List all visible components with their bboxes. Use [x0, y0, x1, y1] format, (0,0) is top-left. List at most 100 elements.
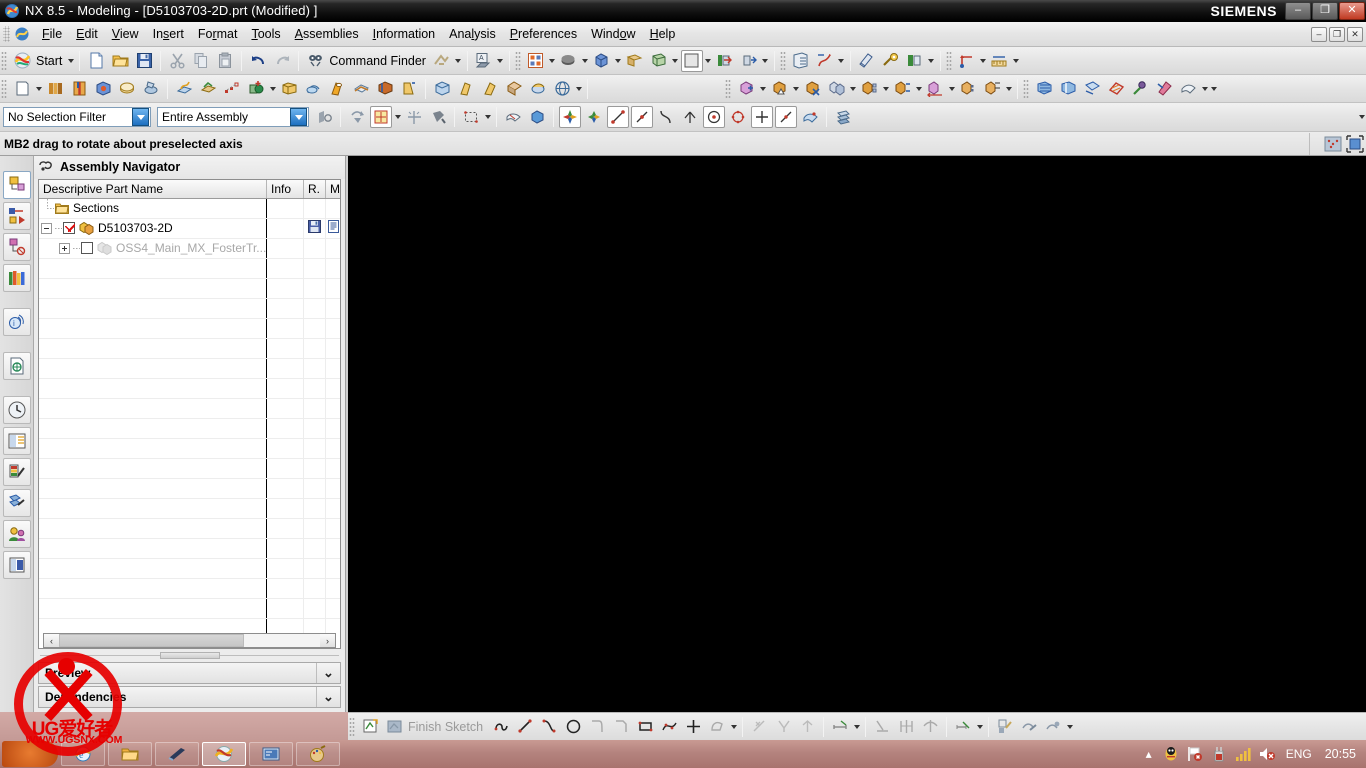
table-row-empty[interactable] [39, 378, 340, 399]
toolbar-grip[interactable] [514, 50, 521, 71]
resource-system-materials-icon[interactable] [3, 427, 31, 455]
edit-defining-section-caret[interactable] [975, 717, 984, 737]
pattern-component-icon[interactable] [825, 78, 847, 100]
move-to-layer-caret[interactable] [581, 51, 590, 71]
spreadsheet-icon[interactable] [790, 50, 812, 72]
assembly-tree-body[interactable]: Sections D5103703-2D OSS4_Main_MX_Foster… [39, 198, 340, 634]
deform-part-icon[interactable] [1153, 78, 1175, 100]
column-header-info[interactable]: Info [267, 179, 304, 198]
paste-icon[interactable] [214, 50, 236, 72]
profile-icon[interactable] [490, 716, 512, 738]
table-row-empty[interactable] [39, 338, 340, 359]
resource-roles-icon[interactable] [3, 520, 31, 548]
resource-assembly-navigator-icon[interactable] [3, 171, 31, 199]
hole-icon[interactable] [326, 78, 348, 100]
table-row-empty[interactable] [39, 398, 340, 419]
resource-hd3d-tools-icon[interactable]: i [3, 308, 31, 336]
render-style-icon[interactable] [624, 50, 646, 72]
edit-defining-section-icon[interactable] [952, 716, 974, 738]
doc-restore-button[interactable]: ❐ [1329, 26, 1345, 42]
table-row-empty[interactable] [39, 578, 340, 599]
remote-desktop-task[interactable] [249, 742, 293, 766]
rectangle-icon[interactable] [634, 716, 656, 738]
weld-assistant-icon[interactable] [1129, 78, 1151, 100]
menu-view[interactable]: View [105, 24, 146, 44]
studio-spline-icon[interactable] [658, 716, 680, 738]
table-row-empty[interactable] [39, 618, 340, 634]
menu-grip[interactable] [3, 26, 10, 42]
snap-all-icon[interactable] [583, 106, 605, 128]
show-hide-icon[interactable] [714, 50, 736, 72]
expression-icon[interactable] [814, 50, 836, 72]
wireframe-icon[interactable] [551, 78, 573, 100]
preview-panel-header[interactable]: Preview ⌄ [38, 662, 341, 684]
line-icon[interactable] [514, 716, 536, 738]
shaded-view-caret[interactable] [614, 51, 623, 71]
mirror-component-icon[interactable] [858, 78, 880, 100]
toolbar-grip[interactable] [779, 50, 786, 71]
snap-intersection-icon[interactable] [679, 106, 701, 128]
dependencies-panel-header[interactable]: Dependencies ⌄ [38, 686, 341, 708]
toolbar-grip[interactable] [725, 78, 731, 99]
photoshop-task[interactable] [155, 742, 199, 766]
table-row-empty[interactable] [39, 318, 340, 339]
select-body-icon[interactable] [526, 106, 548, 128]
select-objects-by-layer-icon[interactable] [832, 106, 854, 128]
doc-minimize-button[interactable]: – [1311, 26, 1327, 42]
graphics-window[interactable] [348, 156, 1366, 712]
menu-file[interactable]: FFileile [35, 24, 69, 44]
new-component-caret[interactable] [791, 79, 800, 99]
table-row-empty[interactable] [39, 478, 340, 499]
move-component-icon[interactable] [924, 78, 946, 100]
remove-component-icon[interactable] [801, 78, 823, 100]
column-header-descriptive-part-name[interactable]: Descriptive Part Name [39, 179, 267, 198]
table-row-empty[interactable] [39, 278, 340, 299]
assembly-tree-hscrollbar[interactable]: ‹ › [43, 633, 336, 649]
tree-row-checkbox[interactable] [81, 242, 93, 255]
unite-caret[interactable] [268, 79, 277, 99]
toolbar-grip[interactable] [1, 78, 7, 99]
assembly-constraint-icon[interactable] [880, 50, 902, 72]
table-row-empty[interactable] [39, 558, 340, 579]
replace-component-caret[interactable] [914, 79, 923, 99]
hscroll-track[interactable] [59, 634, 320, 648]
make-corner-icon[interactable] [796, 716, 818, 738]
toolbar-grip[interactable] [945, 50, 952, 71]
doc-close-button[interactable]: ✕ [1347, 26, 1363, 42]
expression-caret[interactable] [837, 51, 846, 71]
assembly-overflow-caret[interactable] [1209, 79, 1218, 99]
menu-tools[interactable]: Tools [244, 24, 287, 44]
resource-constraint-navigator-icon[interactable] [3, 202, 31, 230]
make-symmetric-icon[interactable] [895, 716, 917, 738]
selection-scope-dropdown-icon[interactable] [290, 108, 307, 126]
trim-body-icon[interactable] [374, 78, 396, 100]
start-button-label[interactable]: Start [34, 54, 66, 68]
finish-sketch-icon[interactable] [383, 716, 405, 738]
table-row[interactable]: Sections [39, 198, 340, 219]
window-restore-button[interactable]: ❐ [1312, 1, 1338, 20]
volume-muted-icon[interactable] [1258, 745, 1276, 763]
resource-process-studio-icon[interactable] [3, 551, 31, 579]
column-header-read-only[interactable]: R. [304, 179, 326, 198]
menu-help[interactable]: Help [643, 24, 683, 44]
inferred-dimensions-caret[interactable] [852, 717, 861, 737]
shaded-view-icon[interactable] [591, 50, 613, 72]
point-icon[interactable] [682, 716, 704, 738]
chamfer-icon[interactable] [610, 716, 632, 738]
full-screen-icon[interactable] [1346, 134, 1364, 153]
revolve-icon[interactable] [302, 78, 324, 100]
table-row-empty[interactable] [39, 438, 340, 459]
redo-icon[interactable] [271, 50, 293, 72]
sketch-in-task-env-icon[interactable] [359, 716, 381, 738]
start-dropdown-caret[interactable] [66, 51, 75, 71]
table-row[interactable]: OSS4_Main_MX_FosterTr... [39, 238, 340, 259]
wcs-dynamics-icon[interactable] [956, 50, 978, 72]
toolbar-grip[interactable] [1023, 78, 1029, 99]
snap-point-on-curve-icon[interactable] [775, 106, 797, 128]
extrude-icon[interactable] [278, 78, 300, 100]
hscroll-right-arrow[interactable]: › [320, 634, 335, 648]
snap-midpoint-icon[interactable] [631, 106, 653, 128]
menu-insert[interactable]: Insert [146, 24, 191, 44]
model-views-icon[interactable] [92, 78, 114, 100]
toolbar-grip[interactable] [1, 50, 7, 71]
